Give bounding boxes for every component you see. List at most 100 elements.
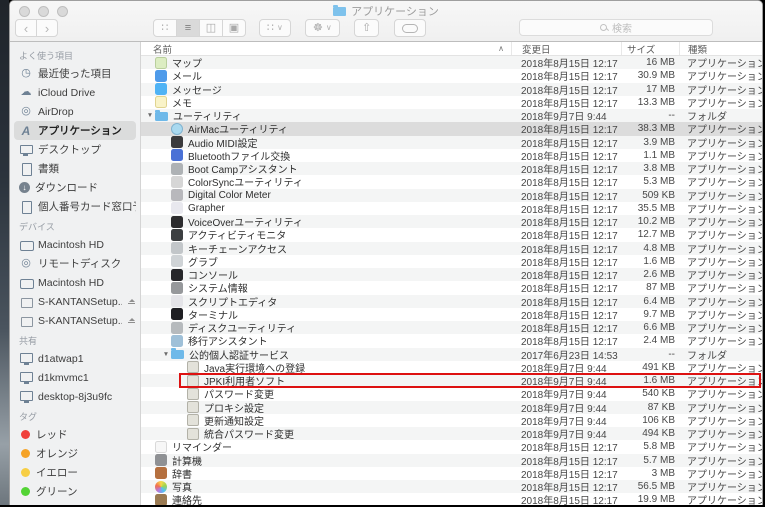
file-size: 56.5 MB (621, 481, 679, 492)
airdrop-icon: ◎ (19, 106, 33, 118)
file-row[interactable]: JPKI利用者ソフト2018年9月7日 9:441.6 MBアプリケーション (141, 374, 762, 387)
sidebar-item-tag-green[interactable]: グリーン (10, 482, 140, 501)
forward-button[interactable]: › (36, 19, 58, 37)
eject-icon[interactable] (127, 299, 136, 305)
file-name-label: 連絡先 (172, 492, 202, 505)
search-field[interactable]: 検索 (519, 19, 713, 36)
disclosure-triangle-icon[interactable]: ▼ (161, 351, 171, 358)
file-name-label: ColorSyncユーティリティ (188, 174, 303, 189)
eject-icon[interactable] (127, 318, 136, 324)
gear-icon: ☸ (313, 23, 323, 34)
file-row[interactable]: ColorSyncユーティリティ2018年8月15日 12:175.3 MBアプ… (141, 175, 762, 188)
tag-button[interactable] (394, 19, 426, 37)
share-button[interactable]: ⇧ (354, 19, 379, 37)
file-size: 5.3 MB (621, 176, 679, 187)
column-header-name[interactable]: 名前 ∧ (141, 42, 511, 55)
disk-utility-icon (171, 322, 183, 334)
file-date: 2018年8月15日 12:17 (511, 492, 621, 505)
file-row[interactable]: 更新通知設定2018年9月7日 9:44106 KBアプリケーション (141, 414, 762, 427)
coverflow-view-button[interactable]: ▣ (222, 19, 246, 37)
sidebar-item-recents[interactable]: ◷最近使った項目 (10, 64, 140, 83)
file-row[interactable]: スクリプトエディタ2018年8月15日 12:176.4 MBアプリケーション (141, 295, 762, 308)
installer-scroll-icon (187, 414, 199, 426)
file-row[interactable]: キーチェーンアクセス2018年8月15日 12:174.8 MBアプリケーション (141, 242, 762, 255)
file-row[interactable]: 辞書2018年8月15日 12:173 MBアプリケーション (141, 467, 762, 480)
sidebar-item-tag-red[interactable]: レッド (10, 425, 140, 444)
file-row[interactable]: Boot Campアシスタント2018年8月15日 12:173.8 MBアプリ… (141, 162, 762, 175)
action-menu-button[interactable]: ☸ ∨ (305, 19, 340, 37)
file-row[interactable]: リマインダー2018年8月15日 12:175.8 MBアプリケーション (141, 440, 762, 453)
file-row[interactable]: Digital Color Meter2018年8月15日 12:17509 K… (141, 189, 762, 202)
file-row[interactable]: プロキシ設定2018年9月7日 9:4487 KBアプリケーション (141, 401, 762, 414)
file-row[interactable]: Bluetoothファイル交換2018年8月15日 12:171.1 MBアプリ… (141, 149, 762, 162)
sidebar-item-s-kantan-setup-1[interactable]: S-KANTANSetup... (10, 292, 140, 311)
sidebar-item-tag-yellow[interactable]: イエロー (10, 463, 140, 482)
file-size: 13.3 MB (621, 97, 679, 108)
file-size: 19.9 MB (621, 494, 679, 505)
sidebar-item-airdrop[interactable]: ◎AirDrop (10, 102, 140, 121)
sidebar-item-desktop-8j3u9fc[interactable]: desktop-8j3u9fc (10, 387, 140, 406)
back-button[interactable]: ‹ (15, 19, 37, 37)
colorsync-icon (171, 176, 183, 188)
file-row[interactable]: マップ2018年8月15日 12:1716 MBアプリケーション (141, 56, 762, 69)
column-header-date[interactable]: 変更日 (511, 42, 621, 55)
file-row[interactable]: 計算機2018年8月15日 12:175.7 MBアプリケーション (141, 454, 762, 467)
sidebar-item-remote-disc[interactable]: ◎リモートディスク (10, 254, 140, 273)
file-row[interactable]: 移行アシスタント2018年8月15日 12:172.4 MBアプリケーション (141, 334, 762, 347)
sidebar-item-d1atwap1[interactable]: d1atwap1 (10, 349, 140, 368)
file-size: 87 MB (621, 282, 679, 293)
file-row[interactable]: メッセージ2018年8月15日 12:1717 MBアプリケーション (141, 83, 762, 96)
page-icon (19, 201, 33, 213)
documents-icon (19, 163, 33, 175)
sidebar-item-tag-orange[interactable]: オレンジ (10, 444, 140, 463)
file-row[interactable]: ▼公的個人認証サービス2017年6月23日 14:53--フォルダ (141, 348, 762, 361)
console-icon (171, 269, 183, 281)
file-row[interactable]: Java実行環境への登録2018年9月7日 9:44491 KBアプリケーション (141, 361, 762, 374)
disclosure-triangle-icon[interactable]: ▼ (145, 112, 155, 119)
file-row[interactable]: 写真2018年8月15日 12:1756.5 MBアプリケーション (141, 480, 762, 493)
sidebar-item-label: 個人番号カード窓口予約 (38, 199, 136, 214)
sidebar-item-applications[interactable]: Aアプリケーション (14, 121, 136, 140)
view-switcher: ∷ ≡ ◫ ▣ (153, 19, 246, 37)
file-row[interactable]: Grapher2018年8月15日 12:1735.5 MBアプリケーション (141, 202, 762, 215)
file-size: 2.6 MB (621, 269, 679, 280)
column-header-kind[interactable]: 種類 (679, 42, 762, 55)
list-view-button[interactable]: ≡ (176, 19, 200, 37)
sidebar-item-documents[interactable]: 書類 (10, 159, 140, 178)
sidebar-item-macintosh-hd-1[interactable]: Macintosh HD (10, 235, 140, 254)
file-row[interactable]: Audio MIDI設定2018年8月15日 12:173.9 MBアプリケーシ… (141, 136, 762, 149)
sidebar-item-d1kmvmc1[interactable]: d1kmvmc1 (10, 368, 140, 387)
sidebar-item-downloads[interactable]: ↓ダウンロード (10, 178, 140, 197)
file-row[interactable]: システム情報2018年8月15日 12:1787 MBアプリケーション (141, 281, 762, 294)
file-row[interactable]: ターミナル2018年8月15日 12:179.7 MBアプリケーション (141, 308, 762, 321)
file-size: 5.8 MB (621, 441, 679, 452)
file-row[interactable]: メモ2018年8月15日 12:1713.3 MBアプリケーション (141, 96, 762, 109)
icon-view-button[interactable]: ∷ (153, 19, 177, 37)
column-header-size[interactable]: サイズ (621, 42, 679, 55)
file-row[interactable]: VoiceOverユーティリティ2018年8月15日 12:1710.2 MBア… (141, 215, 762, 228)
search-placeholder: 検索 (612, 20, 632, 35)
sidebar-item-tag-blue[interactable]: ブルー (10, 501, 140, 505)
group-by-button[interactable]: ∷ ∨ (259, 19, 291, 37)
sidebar-item-desktop[interactable]: デスクトップ (10, 140, 140, 159)
column-view-button[interactable]: ◫ (199, 19, 223, 37)
calculator-icon (155, 454, 167, 466)
highlight-box (179, 373, 761, 388)
file-row[interactable]: 連絡先2018年8月15日 12:1719.9 MBアプリケーション (141, 493, 762, 505)
file-row[interactable]: 統合パスワード変更2018年9月7日 9:44494 KBアプリケーション (141, 427, 762, 440)
hd-icon (19, 239, 33, 251)
file-row[interactable]: パスワード変更2018年9月7日 9:44540 KBアプリケーション (141, 387, 762, 400)
file-row[interactable]: アクティビティモニタ2018年8月15日 12:1712.7 MBアプリケーショ… (141, 228, 762, 241)
sidebar-item-macintosh-hd-2[interactable]: Macintosh HD (10, 273, 140, 292)
file-row[interactable]: ▼ユーティリティ2018年9月7日 9:44--フォルダ (141, 109, 762, 122)
file-row[interactable]: グラブ2018年8月15日 12:171.6 MBアプリケーション (141, 255, 762, 268)
sidebar-item-label: リモートディスク (38, 256, 121, 271)
bootcamp-icon (171, 163, 183, 175)
sidebar-item-s-kantan-setup-2[interactable]: S-KANTANSetup... (10, 311, 140, 330)
file-row[interactable]: コンソール2018年8月15日 12:172.6 MBアプリケーション (141, 268, 762, 281)
sidebar-item-mynumber-card[interactable]: 個人番号カード窓口予約 (10, 197, 140, 216)
file-row[interactable]: AirMacユーティリティ2018年8月15日 12:1738.3 MBアプリケ… (141, 122, 762, 135)
sidebar-item-icloud-drive[interactable]: ☁iCloud Drive (10, 83, 140, 102)
file-row[interactable]: メール2018年8月15日 12:1730.9 MBアプリケーション (141, 69, 762, 82)
file-row[interactable]: ディスクユーティリティ2018年8月15日 12:176.6 MBアプリケーショ… (141, 321, 762, 334)
